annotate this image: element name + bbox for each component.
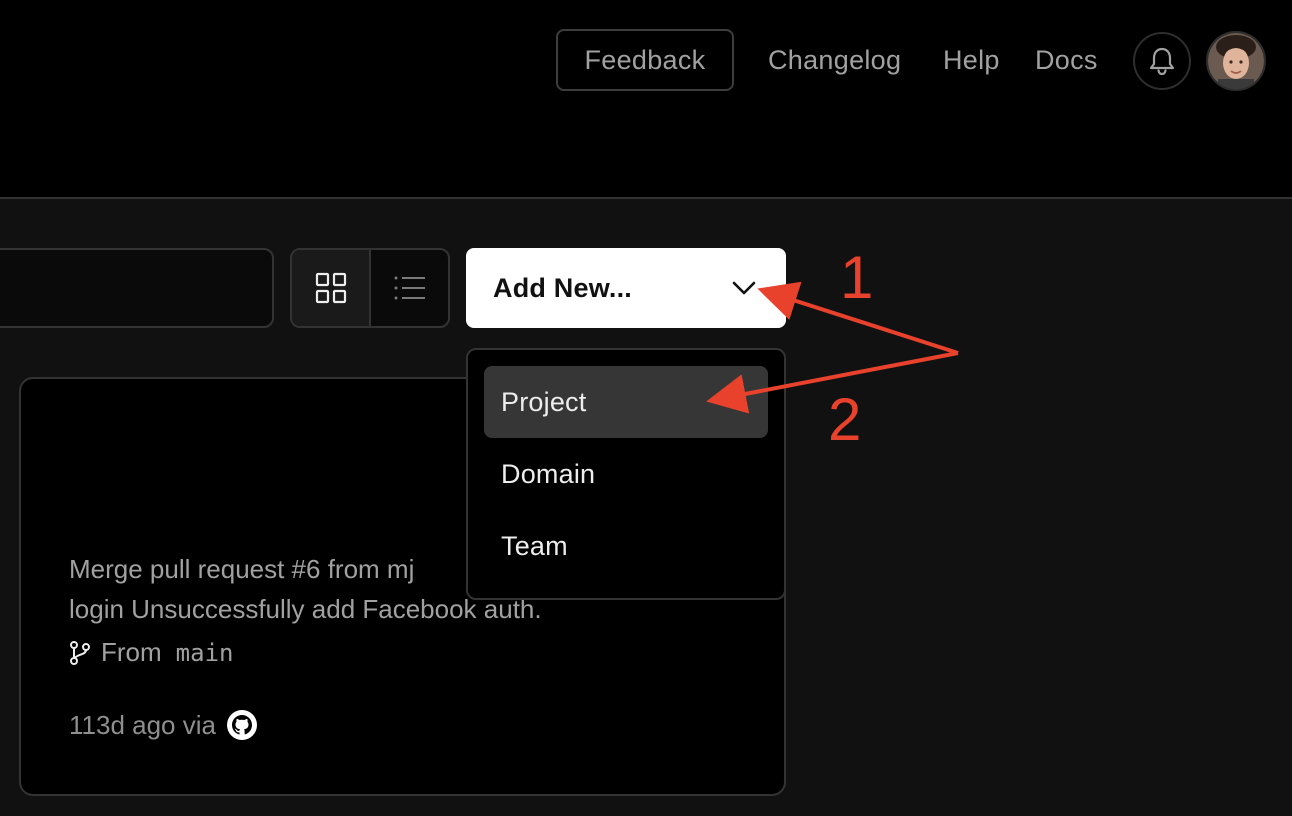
notifications-button[interactable] xyxy=(1133,32,1191,90)
annotation-label-1: 1 xyxy=(840,244,874,311)
branch-prefix: From xyxy=(101,637,162,667)
menu-item-project[interactable]: Project xyxy=(484,366,768,438)
add-new-label: Add New... xyxy=(493,272,633,303)
help-link[interactable]: Help xyxy=(943,40,1000,80)
changelog-link[interactable]: Changelog xyxy=(768,40,901,80)
chevron-down-icon xyxy=(732,281,756,295)
deploy-time: 113d ago via xyxy=(69,709,258,741)
annotation-label-2: 2 xyxy=(828,386,862,453)
bell-icon xyxy=(1149,47,1175,76)
time-text: 113d ago via xyxy=(69,709,216,740)
menu-item-domain[interactable]: Domain xyxy=(484,438,768,510)
feedback-button[interactable]: Feedback xyxy=(556,29,734,91)
list-view-button[interactable] xyxy=(371,250,448,326)
view-toggle xyxy=(290,248,450,328)
list-icon xyxy=(394,276,425,300)
add-new-menu: Project Domain Team xyxy=(466,348,786,600)
branch-info: From main xyxy=(69,637,233,668)
grid-icon xyxy=(315,272,346,304)
search-input[interactable] xyxy=(0,248,274,328)
branch-name: main xyxy=(175,638,234,667)
grid-view-button[interactable] xyxy=(292,250,371,326)
menu-item-team[interactable]: Team xyxy=(484,510,768,582)
avatar-image xyxy=(1208,33,1264,89)
dashboard-page: Feedback Changelog Help Docs Add New... … xyxy=(0,0,1292,816)
add-new-button[interactable]: Add New... xyxy=(466,248,786,328)
github-icon[interactable] xyxy=(226,709,258,741)
docs-link[interactable]: Docs xyxy=(1035,40,1098,80)
git-branch-icon xyxy=(70,640,90,665)
user-avatar[interactable] xyxy=(1206,31,1266,91)
top-header: Feedback Changelog Help Docs xyxy=(0,0,1292,199)
